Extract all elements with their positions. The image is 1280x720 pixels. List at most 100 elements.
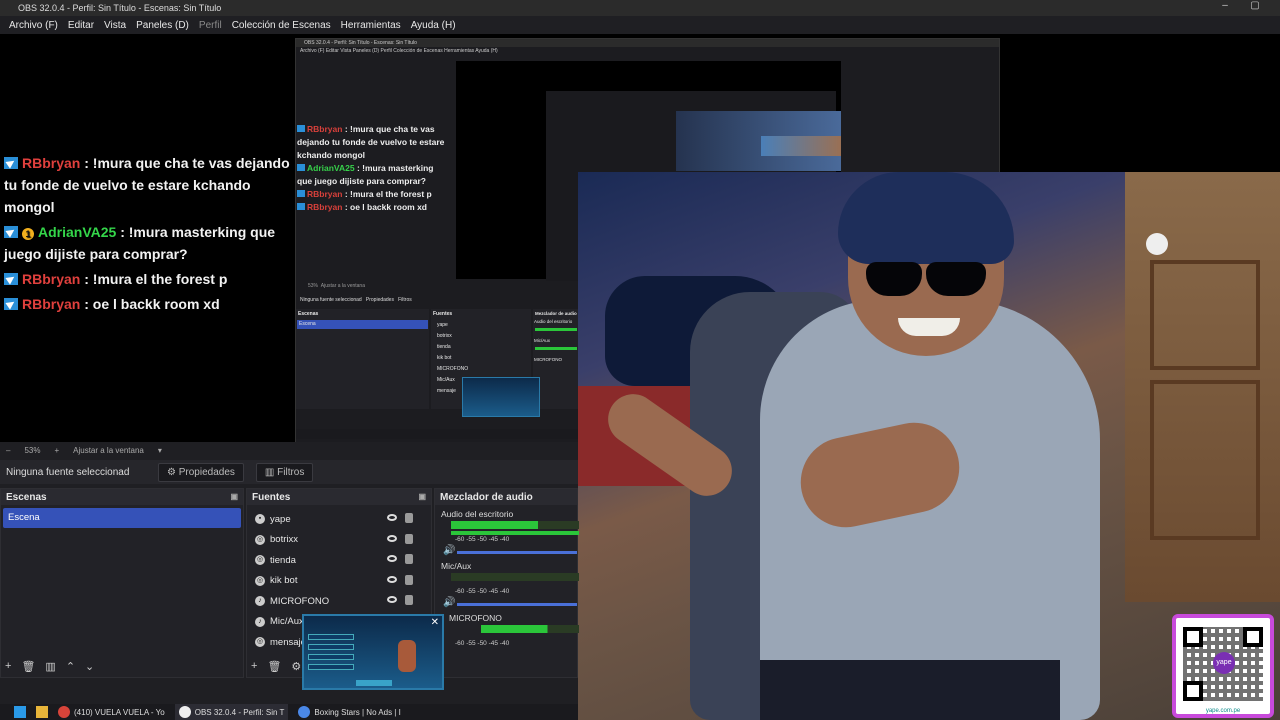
- gear-icon: ⚙: [167, 466, 176, 478]
- browser-icon: ◎: [255, 575, 265, 586]
- chat-text: : !mura el the forest p: [84, 271, 228, 287]
- overlay-panel: [308, 634, 354, 640]
- chrome-icon: [58, 706, 70, 718]
- speaker-icon[interactable]: 🔊: [443, 597, 455, 608]
- taskbar-app[interactable]: (410) VUELA VUELA - Yo: [58, 706, 165, 718]
- chat-text: : oe l backk room xd: [84, 296, 220, 312]
- add-icon[interactable]: +: [251, 660, 257, 673]
- popout-icon[interactable]: ▣: [230, 492, 238, 501]
- source-row[interactable]: ◎ kik bot: [247, 571, 431, 592]
- nested-webcam-2: [761, 136, 841, 156]
- add-icon[interactable]: +: [5, 660, 11, 673]
- door-knob: [1146, 233, 1168, 255]
- source-row[interactable]: ◎ tienda: [247, 550, 431, 571]
- yape-logo-icon: yape: [1213, 652, 1235, 674]
- maximize-button[interactable]: ▢: [1240, 0, 1270, 16]
- menu-coleccion[interactable]: Colección de Escenas: [232, 20, 331, 31]
- menu-archivo[interactable]: Archivo (F): [9, 20, 58, 31]
- chevron-down-icon[interactable]: ▾: [158, 446, 162, 455]
- minimize-button[interactable]: –: [1210, 0, 1240, 16]
- filters-button[interactable]: ▥ Filtros: [255, 462, 314, 482]
- qr-finder: [1183, 627, 1203, 647]
- filter-icon: ▥: [264, 466, 275, 478]
- chat-message: RBbryan : oe l backk room xd: [0, 293, 290, 315]
- eye-icon[interactable]: [387, 555, 397, 562]
- menu-paneles[interactable]: Paneles (D): [136, 20, 189, 31]
- prime-badge-icon: [4, 157, 18, 169]
- menu-editar[interactable]: Editar: [68, 20, 94, 31]
- taskbar-app[interactable]: Boxing Stars | No Ads | I: [298, 706, 401, 718]
- source-row[interactable]: ◎ botrixx: [247, 530, 431, 551]
- chat-username: RBbryan: [22, 155, 81, 171]
- boxer-figure: [398, 640, 416, 672]
- windows-start-icon[interactable]: [14, 706, 26, 718]
- lock-icon[interactable]: [405, 595, 413, 605]
- chat-message: RBbryan : !mura que cha te vas dejando t…: [0, 152, 290, 218]
- browser-icon: ◎: [255, 555, 265, 566]
- browser-icon: ◎: [255, 637, 265, 648]
- gear-icon[interactable]: ⚙: [291, 660, 301, 673]
- no-source-selected: Ninguna fuente seleccionad: [6, 466, 130, 478]
- zoom-plus-button[interactable]: +: [54, 446, 59, 455]
- lock-icon[interactable]: [405, 554, 413, 564]
- eye-icon[interactable]: [387, 534, 397, 542]
- source-row[interactable]: ▪ yape: [247, 509, 431, 530]
- obs-icon: [178, 706, 191, 718]
- person-smile: [898, 318, 960, 336]
- chevron-down-icon[interactable]: ⌄: [85, 660, 94, 673]
- eye-icon[interactable]: [387, 575, 397, 583]
- lock-icon[interactable]: [405, 574, 413, 585]
- overlay-panel: [308, 654, 354, 660]
- source-row[interactable]: ♪ MICROFONO: [247, 591, 431, 612]
- menu-bar: Archivo (F) Editar Vista Paneles (D) Per…: [0, 16, 1280, 34]
- prime-badge-icon: [4, 298, 18, 310]
- fit-to-window[interactable]: Ajustar a la ventana: [73, 446, 144, 455]
- trash-icon[interactable]: 🗑: [21, 660, 35, 673]
- volume-meter: [481, 625, 579, 633]
- overlay-label: [356, 680, 392, 686]
- scene-item[interactable]: Escena: [3, 508, 241, 528]
- chat-message: 1 AdrianVA25 : !mura masterking que juego…: [0, 221, 290, 265]
- nested-source-row: kik bot: [437, 355, 452, 361]
- browser-icon: ◎: [255, 534, 265, 545]
- taskbar-app[interactable]: OBS 32.0.4 - Perfil: Sin T: [174, 704, 289, 720]
- scenes-dock: Escenas ▣ Escena + 🗑 ▥ ⌃ ⌄: [0, 488, 244, 678]
- taskbar: (410) VUELA VUELA - Yo OBS 32.0.4 - Perf…: [0, 704, 578, 720]
- subscriber-badge-icon: 1: [22, 228, 34, 240]
- popout-icon[interactable]: ▣: [418, 492, 426, 501]
- lock-icon[interactable]: [405, 533, 413, 544]
- volume-meter: [451, 521, 579, 529]
- mixer-channel: MICROFONO -60 -55 -50 -45 -40: [435, 609, 579, 661]
- qr-finder: [1243, 627, 1263, 647]
- volume-slider[interactable]: [457, 551, 577, 554]
- game-overlay-thumbnail[interactable]: ✕: [302, 614, 444, 690]
- menu-herramientas[interactable]: Herramientas: [341, 20, 401, 31]
- nested-source-row: yape: [437, 322, 448, 328]
- zoom-minus-button[interactable]: –: [6, 446, 10, 455]
- volume-slider[interactable]: [457, 603, 577, 606]
- nested-taskbar: [296, 429, 579, 439]
- folder-icon[interactable]: [36, 706, 48, 718]
- chrome-icon: [298, 706, 311, 718]
- lock-icon[interactable]: [405, 513, 413, 523]
- microphone-icon: ♪: [255, 596, 265, 607]
- channel-name: Audio del escritorio: [441, 509, 514, 519]
- speaker-icon[interactable]: 🔊: [443, 545, 455, 556]
- close-icon[interactable]: ✕: [431, 617, 439, 628]
- nested-source-row: tienda: [437, 344, 451, 350]
- eye-icon[interactable]: [387, 514, 397, 521]
- qr-finder: [1183, 681, 1203, 701]
- trash-icon[interactable]: 🗑: [267, 660, 281, 673]
- menu-perfil[interactable]: Perfil: [199, 20, 222, 31]
- meter-ticks: -60 -55 -50 -45 -40: [455, 588, 510, 595]
- chat-message: RBbryan : !mura el the forest p: [0, 268, 290, 290]
- filter-icon[interactable]: ▥: [45, 660, 55, 673]
- chevron-up-icon[interactable]: ⌃: [66, 660, 75, 673]
- menu-ayuda[interactable]: Ayuda (H): [411, 20, 456, 31]
- eye-icon[interactable]: [387, 596, 397, 603]
- mixer-channel: Audio del escritorio -60 -55 -50 -45 -40…: [435, 505, 579, 557]
- door-panel: [1150, 380, 1260, 540]
- properties-button[interactable]: ⚙ Propiedades: [158, 462, 244, 482]
- menu-vista[interactable]: Vista: [104, 20, 126, 31]
- person-pants: [760, 660, 1060, 720]
